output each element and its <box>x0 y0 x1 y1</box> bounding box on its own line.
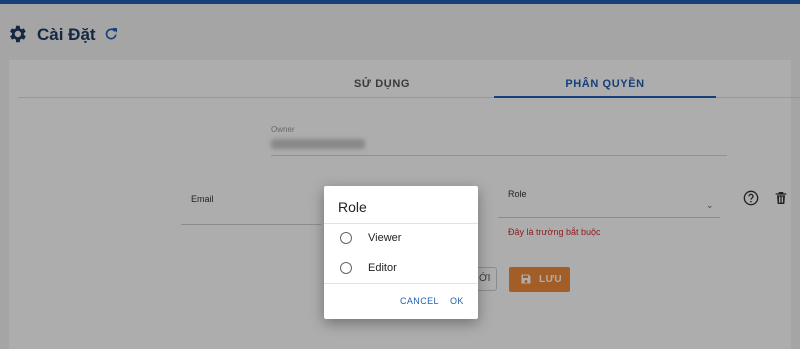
option-viewer-label: Viewer <box>368 232 402 244</box>
role-dialog: Role Viewer Editor CANCEL OK <box>324 186 478 319</box>
option-editor[interactable]: Editor <box>338 259 468 279</box>
option-viewer[interactable]: Viewer <box>338 229 468 249</box>
cancel-button[interactable]: CANCEL <box>400 296 439 306</box>
ok-button[interactable]: OK <box>450 296 464 306</box>
dialog-divider-bottom <box>324 283 478 284</box>
radio-unchecked-icon[interactable] <box>340 232 352 244</box>
dialog-title: Role <box>338 199 367 215</box>
option-editor-label: Editor <box>368 262 397 274</box>
dialog-divider-top <box>324 223 478 224</box>
radio-unchecked-icon[interactable] <box>340 262 352 274</box>
